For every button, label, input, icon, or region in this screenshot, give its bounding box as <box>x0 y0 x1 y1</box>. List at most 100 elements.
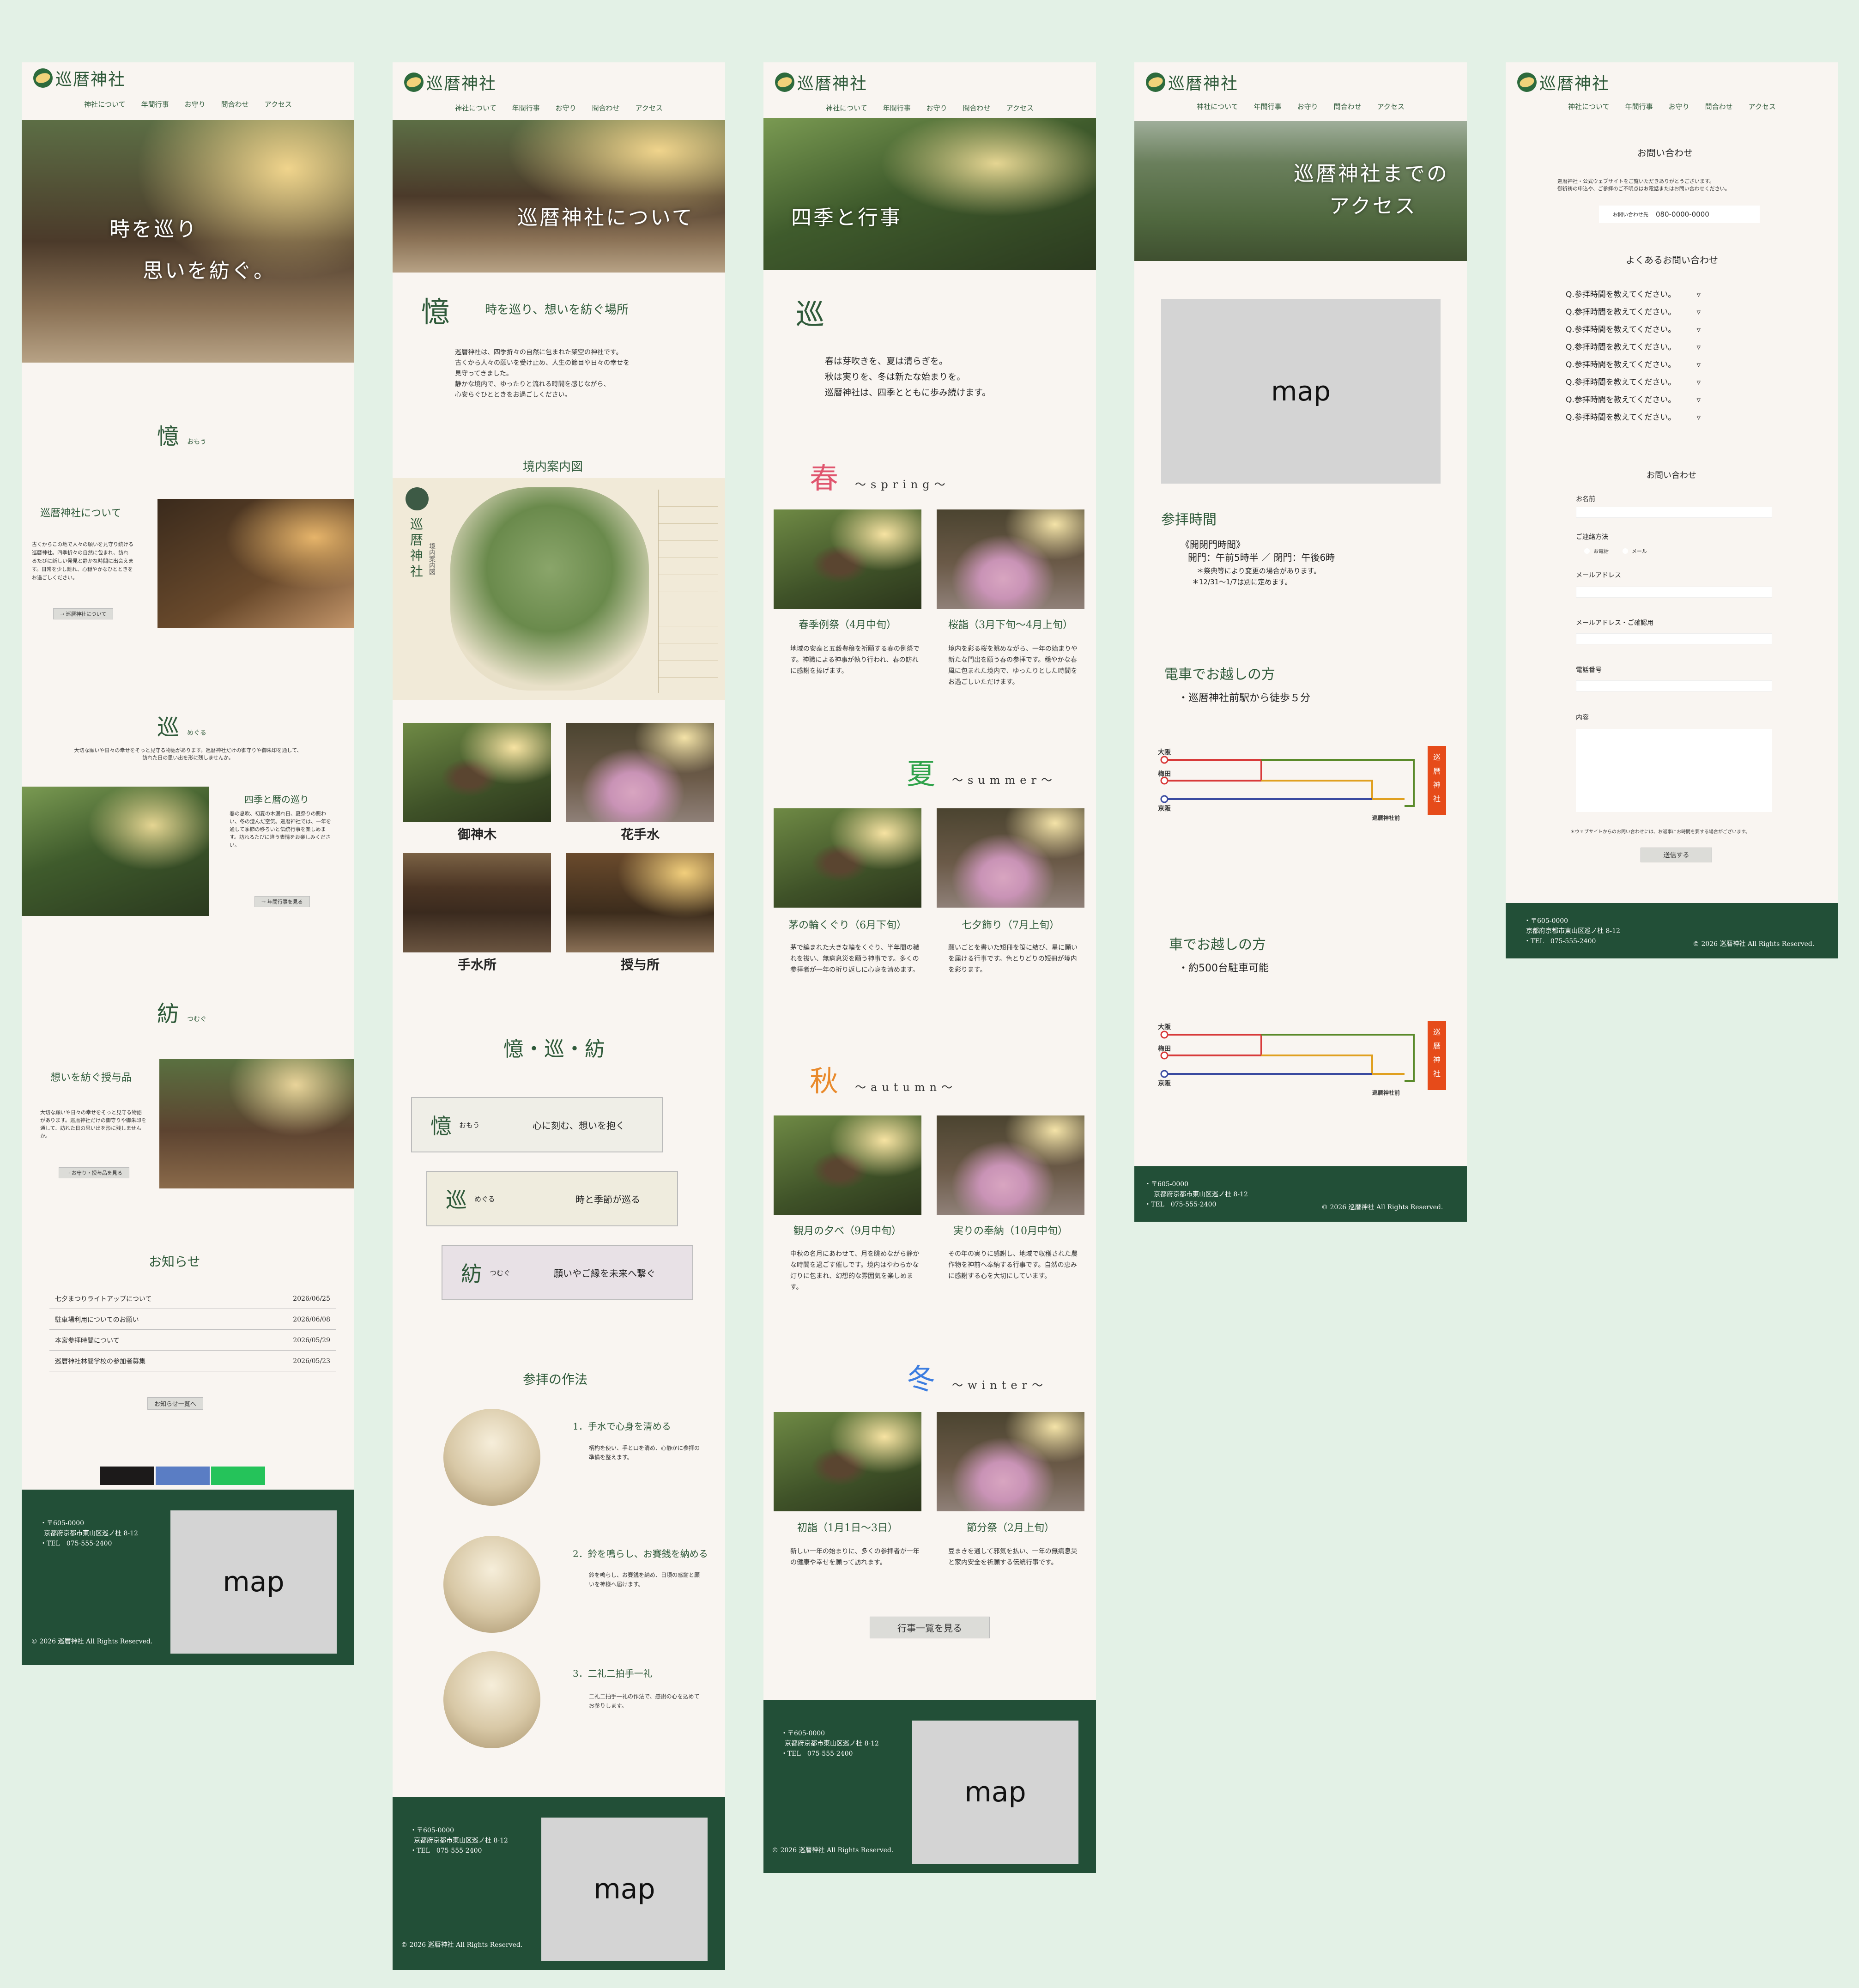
footer-map[interactable]: map <box>912 1721 1078 1864</box>
chevron-down-icon: ▿ <box>1696 395 1701 405</box>
nav-about[interactable]: 神社について <box>1197 102 1238 111</box>
faq-question: Q.参拝時間を教えてください。 <box>1566 378 1676 387</box>
chevron-down-icon: ▿ <box>1696 378 1701 387</box>
nav-contact[interactable]: 問合わせ <box>221 99 249 109</box>
nav-contact[interactable]: 問合わせ <box>963 103 991 113</box>
nav-access[interactable]: アクセス <box>1749 102 1776 111</box>
nav-about[interactable]: 神社について <box>455 103 497 113</box>
event-body: その年の実りに感謝し、地域で収穫された農作物を神前へ奉納する行事です。自然の恵み… <box>948 1250 1078 1280</box>
footer: ・〒605-0000 京都府京都市東山区巡ノ杜 8-12 ・TEL 075-55… <box>1506 903 1838 958</box>
faq-item[interactable]: Q.参拝時間を教えてください。 ▿ <box>1566 288 1701 299</box>
body-line: 古くから人々の願いを受け止め、人生の節目や日々の幸せを <box>455 359 630 367</box>
value-box-tsumugu: 紡 つむぐ 願いやご縁を未来へ繋ぐ <box>442 1245 693 1300</box>
email-confirm-label: メールアドレス・ご確認用 <box>1576 619 1653 627</box>
name-input[interactable] <box>1576 507 1772 518</box>
swatch-blue <box>156 1467 210 1485</box>
footer-address: 京都府京都市東山区巡ノ杜 8-12 <box>414 1837 508 1844</box>
nav-events[interactable]: 年間行事 <box>1625 102 1653 111</box>
header: 巡暦神社 神社について 年間行事 お守り 問合わせ アクセス <box>1506 62 1838 120</box>
nav-contact[interactable]: 問合わせ <box>1705 102 1733 111</box>
tsumugu-heading: 紡 つむぐ <box>157 995 206 1028</box>
news-row[interactable]: 七夕まつりライトアップについて 2026/06/25 <box>49 1289 336 1309</box>
nav-events[interactable]: 年間行事 <box>1254 102 1282 111</box>
news-row[interactable]: 本宮参拝時間について 2026/05/29 <box>49 1330 336 1351</box>
swatch-black <box>100 1467 154 1485</box>
event-title: 茅の輪くぐり（6月下旬） <box>788 920 907 931</box>
value-kanji: 巡 <box>446 1188 467 1212</box>
faq-question: Q.参拝時間を教えてください。 <box>1566 360 1676 370</box>
event-photo <box>774 808 921 908</box>
svg-text:巡: 巡 <box>1433 753 1441 762</box>
manner-illustration-3 <box>443 1651 540 1748</box>
footer-tel: ・TEL 075-555-2400 <box>410 1847 482 1855</box>
radio-tel[interactable]: お電話 <box>1584 547 1609 555</box>
email-confirm-input[interactable] <box>1576 633 1772 644</box>
site-name: 巡暦神社 <box>1539 74 1610 93</box>
logo-mark-icon <box>775 73 794 92</box>
nav-access[interactable]: アクセス <box>636 103 663 113</box>
footer-zip: ・〒605-0000 <box>1524 917 1568 925</box>
footer-map[interactable]: map <box>170 1510 337 1654</box>
nav-access[interactable]: アクセス <box>1006 103 1034 113</box>
site-logo[interactable]: 巡暦神社 <box>1517 70 1610 94</box>
event-list-button[interactable]: 行事一覧を見る <box>870 1617 990 1638</box>
content-label: 内容 <box>1576 714 1589 721</box>
site-logo[interactable]: 巡暦神社 <box>33 66 126 90</box>
events-kanji: 巡 <box>796 297 825 331</box>
faq-item[interactable]: Q.参拝時間を教えてください。 ▿ <box>1566 376 1701 387</box>
radio-mail[interactable]: メール <box>1623 547 1647 555</box>
email-input[interactable] <box>1576 587 1772 598</box>
nav-omamori[interactable]: お守り <box>556 103 576 113</box>
precinct-map[interactable]: 巡暦神社 境内案内図 <box>393 478 725 700</box>
nav-omamori[interactable]: お守り <box>185 99 206 109</box>
nav-events[interactable]: 年間行事 <box>883 103 911 113</box>
nav-contact[interactable]: 問合わせ <box>1334 102 1362 111</box>
site-logo[interactable]: 巡暦神社 <box>775 70 867 94</box>
phone-box[interactable]: お問い合わせ先 080-0000-0000 <box>1599 206 1760 223</box>
about-button[interactable]: → 巡暦神社について <box>53 608 114 619</box>
omamori-title: 想いを紡ぐ授与品 <box>50 1072 132 1084</box>
manner-step-body: 柄杓を使い、手と口を清め、心静かに参拝の準備を整えます。 <box>589 1445 700 1461</box>
nav-omamori[interactable]: お守り <box>1297 102 1318 111</box>
site-logo[interactable]: 巡暦神社 <box>1146 70 1238 94</box>
faq-item[interactable]: Q.参拝時間を教えてください。 ▿ <box>1566 305 1701 317</box>
faq-question: Q.参拝時間を教えてください。 <box>1566 343 1676 352</box>
faq-item[interactable]: Q.参拝時間を教えてください。 ▿ <box>1566 323 1701 334</box>
omamori-photo <box>159 1059 354 1188</box>
faq-item[interactable]: Q.参拝時間を教えてください。 ▿ <box>1566 358 1701 370</box>
svg-text:大阪: 大阪 <box>1158 748 1171 756</box>
events-button[interactable]: → 年間行事を見る <box>254 896 310 907</box>
news-row[interactable]: 巡暦神社林間学校の参加者募集 2026/05/23 <box>49 1351 336 1371</box>
nav-access[interactable]: アクセス <box>1377 102 1405 111</box>
nav-about[interactable]: 神社について <box>826 103 867 113</box>
nav-contact[interactable]: 問合わせ <box>592 103 620 113</box>
manner-step-title: 1．手水で心身を清める <box>573 1421 671 1432</box>
radio-label: お電話 <box>1593 548 1609 554</box>
news-text: 巡暦神社林間学校の参加者募集 <box>55 1358 145 1365</box>
event-photo <box>937 509 1084 609</box>
faq-item[interactable]: Q.参拝時間を教えてください。 ▿ <box>1566 411 1701 422</box>
news-list-button[interactable]: お知らせ一覧へ <box>147 1397 203 1410</box>
faq-item[interactable]: Q.参拝時間を教えてください。 ▿ <box>1566 393 1701 405</box>
nav-omamori[interactable]: お守り <box>1669 102 1689 111</box>
news-row[interactable]: 駐車場利用についてのお願い 2026/06/08 <box>49 1309 336 1330</box>
nav-events[interactable]: 年間行事 <box>141 99 169 109</box>
omamori-button[interactable]: → お守り・授与品を見る <box>59 1167 129 1178</box>
access-map[interactable]: map <box>1161 299 1441 484</box>
submit-button[interactable]: 送信する <box>1641 848 1712 862</box>
phone-field-input[interactable] <box>1576 680 1772 691</box>
faq-item[interactable]: Q.参拝時間を教えてください。 ▿ <box>1566 340 1701 352</box>
content-textarea[interactable] <box>1576 729 1772 812</box>
nav-about[interactable]: 神社について <box>84 99 126 109</box>
nav-omamori[interactable]: お守り <box>926 103 947 113</box>
svg-text:神: 神 <box>1433 781 1441 789</box>
map-emblem-icon <box>406 487 429 510</box>
footer-map[interactable]: map <box>541 1818 708 1961</box>
nav-access[interactable]: アクセス <box>265 99 292 109</box>
nav-about[interactable]: 神社について <box>1568 102 1610 111</box>
card-photo-hanachozu <box>566 723 714 822</box>
nav-events[interactable]: 年間行事 <box>512 103 540 113</box>
swatch-green <box>211 1467 265 1485</box>
contact-title: お問い合わせ <box>1637 147 1693 158</box>
site-logo[interactable]: 巡暦神社 <box>404 70 497 94</box>
